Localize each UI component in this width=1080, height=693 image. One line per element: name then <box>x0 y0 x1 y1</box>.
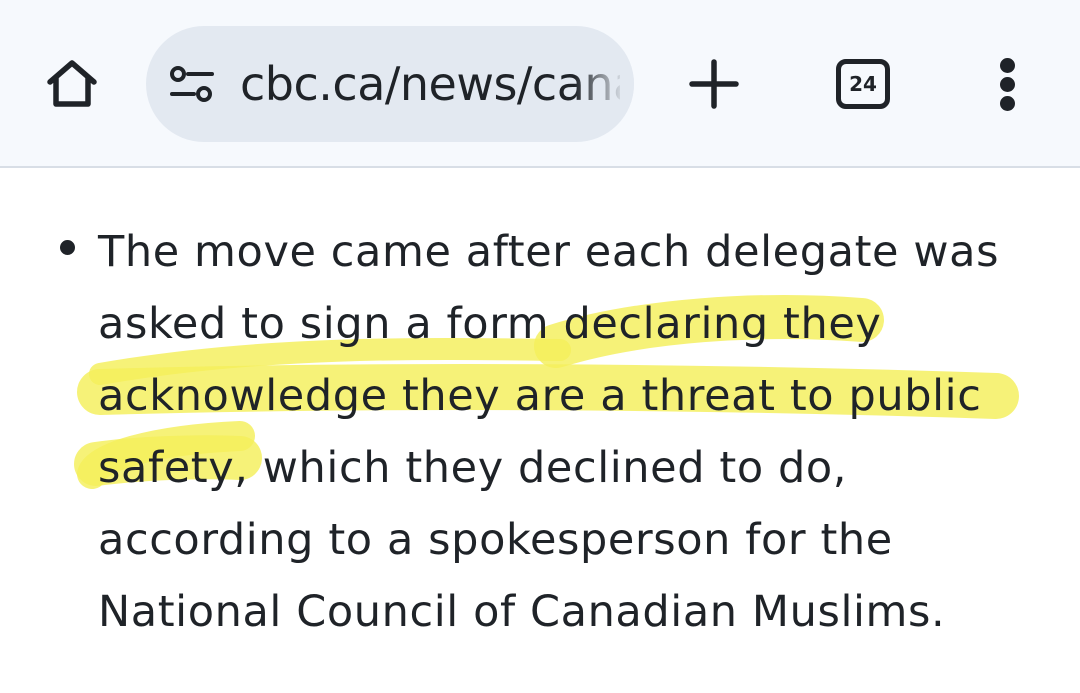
tune-icon[interactable] <box>168 64 216 106</box>
address-bar[interactable]: cbc.ca/news/cana <box>146 26 634 142</box>
home-button[interactable] <box>36 52 108 116</box>
more-vert-icon <box>1000 58 1015 73</box>
paragraph-line: asked to sign a form declaring they <box>98 299 882 349</box>
home-icon <box>47 60 97 107</box>
bullet-paragraph: The move came after each delegate was as… <box>98 216 1018 648</box>
tab-count: 24 <box>849 72 877 96</box>
more-menu-button[interactable] <box>984 50 1032 118</box>
paragraph-line: according to a spokesperson for the <box>98 515 893 565</box>
paragraph-line: National Council of Canadian Muslims. <box>98 587 946 637</box>
plus-icon <box>689 59 739 109</box>
paragraph-line: safety, which they declined to do, <box>98 443 848 493</box>
next-paragraph-clipped: The <box>98 672 180 693</box>
url-text[interactable]: cbc.ca/news/cana <box>240 26 620 142</box>
paragraph-line: acknowledge they are a threat to public <box>98 371 982 421</box>
page: cbc.ca/news/cana 24 they <box>0 0 1080 693</box>
tab-switcher-button[interactable]: 24 <box>836 59 890 109</box>
new-tab-button[interactable] <box>682 52 746 116</box>
more-vert-icon-dot <box>1000 96 1015 111</box>
bullet-point <box>60 240 75 255</box>
browser-toolbar: cbc.ca/news/cana 24 <box>0 0 1080 168</box>
more-vert-icon-dot <box>1000 77 1015 92</box>
paragraph-line: The move came after each delegate was <box>98 227 1000 277</box>
article-body: they The move came after each delegate w… <box>0 170 1080 693</box>
clipped-previous-line: they <box>98 170 194 184</box>
url-fade <box>574 26 634 142</box>
